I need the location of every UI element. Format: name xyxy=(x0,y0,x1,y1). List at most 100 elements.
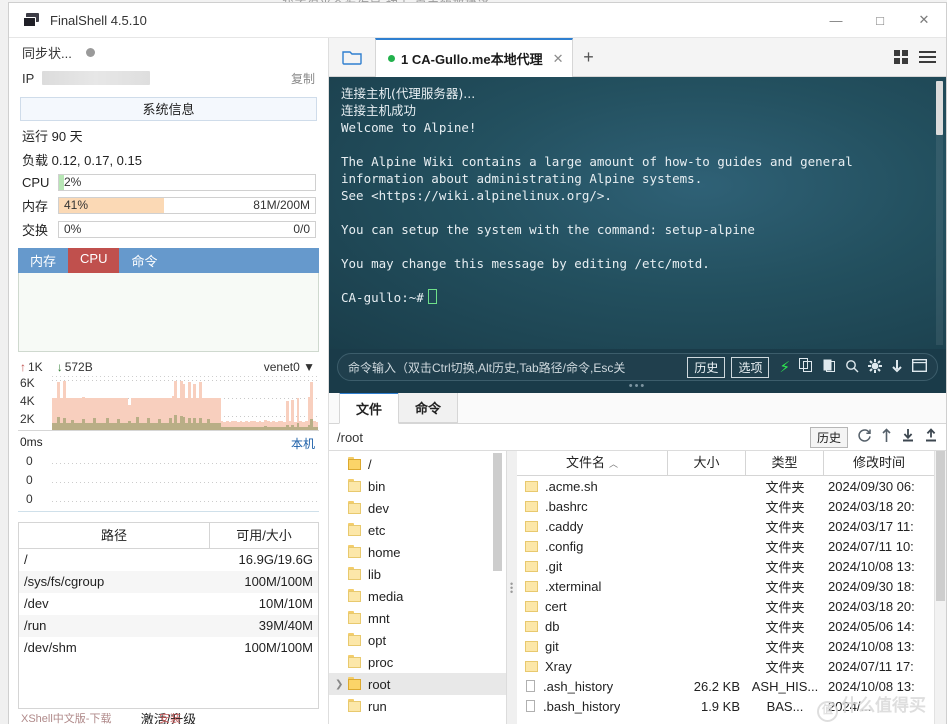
up-directory-icon[interactable] xyxy=(881,428,892,446)
disk-table-row[interactable]: /run39M/40M xyxy=(19,615,318,637)
search-icon[interactable] xyxy=(845,359,859,376)
terminal-line: See <https://wiki.alpinelinux.org/>. xyxy=(341,187,946,204)
current-path-text[interactable]: /root xyxy=(337,430,363,445)
bottom-ghost-left-text: XShell中文版-下载 xyxy=(21,713,111,724)
column-header-name[interactable]: 文件名︿ xyxy=(517,451,668,475)
tree-item-root[interactable]: ❯root xyxy=(329,673,506,695)
tree-scrollbar-thumb[interactable] xyxy=(493,453,502,571)
terminal-scrollbar[interactable] xyxy=(935,81,944,345)
tree-scrollbar[interactable] xyxy=(493,453,502,724)
column-header-time[interactable]: 修改时间 xyxy=(824,451,934,475)
tab-process-command[interactable]: 命令 xyxy=(119,248,319,273)
disk-table-row[interactable]: /dev10M/10M xyxy=(19,593,318,615)
tree-expander-icon[interactable]: ❯ xyxy=(335,679,348,690)
path-history-button[interactable]: 历史 xyxy=(810,427,848,448)
file-row-time: 2024/07/11 10: xyxy=(824,539,934,554)
file-row[interactable]: git文件夹2024/10/08 13: xyxy=(517,636,934,656)
window-icon[interactable] xyxy=(912,359,927,375)
disk-table-row[interactable]: /dev/shm100M/100M xyxy=(19,637,318,659)
file-row[interactable]: Xray文件夹2024/07/11 17: xyxy=(517,656,934,676)
tree-item-etc[interactable]: etc xyxy=(329,519,506,541)
maximize-button[interactable]: □ xyxy=(858,3,902,37)
command-history-button[interactable]: 历史 xyxy=(687,357,725,378)
paste-icon[interactable] xyxy=(822,358,836,376)
tree-item-mnt[interactable]: mnt xyxy=(329,607,506,629)
directory-tree[interactable]: / bindevetchome lib mediamntoptproc❯rootru… xyxy=(329,451,507,724)
panel-resize-grip[interactable]: ••• xyxy=(629,380,647,392)
copy-icon[interactable] xyxy=(799,358,813,376)
folder-icon xyxy=(525,501,538,512)
tree-item-run[interactable]: run xyxy=(329,695,506,717)
latency-host-label[interactable]: 本机 xyxy=(291,435,315,452)
file-list-scrollbar[interactable] xyxy=(934,451,946,724)
monitor-icon xyxy=(23,13,40,28)
terminal-scrollbar-thumb[interactable] xyxy=(936,81,943,135)
hamburger-menu-icon[interactable] xyxy=(919,48,936,66)
terminal-tab-1[interactable]: 1 CA-Gullo.me本地代理 ✕ xyxy=(375,38,573,77)
command-input-bar[interactable]: 命令输入（双击Ctrl切换,Alt历史,Tab路径/命令,Esc关 历史 选项 … xyxy=(337,353,938,381)
file-row[interactable]: .ash_history26.2 KBASH_HIS...2024/10/08 … xyxy=(517,676,934,696)
file-row[interactable]: .config文件夹2024/07/11 10: xyxy=(517,536,934,556)
upload-file-icon[interactable] xyxy=(924,428,938,446)
copy-ip-button[interactable]: 复制 xyxy=(291,70,315,87)
bolt-icon[interactable]: ⚡ xyxy=(779,358,790,376)
disk-table-rows: /16.9G/19.6G/sys/fs/cgroup100M/100M/dev1… xyxy=(19,549,318,659)
file-row[interactable]: .bash_history1.9 KBBAS...2024/... xyxy=(517,696,934,716)
cpu-meter-bar: 2% xyxy=(58,174,316,191)
column-header-size[interactable]: 大小 xyxy=(668,451,746,475)
command-input-placeholder[interactable]: 命令输入（双击Ctrl切换,Alt历史,Tab路径/命令,Esc关 xyxy=(348,359,681,376)
file-row[interactable]: db文件夹2024/05/06 14: xyxy=(517,616,934,636)
file-row[interactable]: .git文件夹2024/10/08 13: xyxy=(517,556,934,576)
file-row[interactable]: .xterminal文件夹2024/09/30 18: xyxy=(517,576,934,596)
new-tab-button[interactable]: + xyxy=(573,38,603,76)
disk-header-size[interactable]: 可用/大小 xyxy=(210,523,318,548)
file-row[interactable]: .caddy文件夹2024/03/17 11: xyxy=(517,516,934,536)
terminal-tab-bar: 1 CA-Gullo.me本地代理 ✕ + xyxy=(329,38,946,77)
close-button[interactable]: ✕ xyxy=(902,3,946,37)
process-list-body[interactable] xyxy=(18,273,319,352)
disk-table-row[interactable]: /16.9G/19.6G xyxy=(19,549,318,571)
column-header-type[interactable]: 类型 xyxy=(746,451,824,475)
tree-item-label: lib xyxy=(368,567,381,582)
file-row-size: 26.2 KB xyxy=(668,679,746,694)
tree-item-bin[interactable]: bin xyxy=(329,475,506,497)
tab-process-memory[interactable]: 内存 xyxy=(18,248,68,273)
network-interface-label: venet0 xyxy=(264,360,300,374)
file-row[interactable]: .acme.sh文件夹2024/09/30 06: xyxy=(517,476,934,496)
tree-item-opt[interactable]: opt xyxy=(329,629,506,651)
file-row-time: 2024/10/08 13: xyxy=(824,559,934,574)
file-row-time: 2024/... xyxy=(824,699,934,714)
gear-icon[interactable] xyxy=(868,359,882,376)
terminal-output[interactable]: 连接主机(代理服务器)...连接主机成功Welcome to Alpine! T… xyxy=(329,77,946,349)
network-interface-selector[interactable]: venet0 ▼ xyxy=(264,360,315,374)
command-options-button[interactable]: 选项 xyxy=(731,357,769,378)
folder-icon xyxy=(348,569,361,580)
tree-item-lib[interactable]: lib xyxy=(329,563,506,585)
tab-files[interactable]: 文件 xyxy=(339,392,399,424)
file-list-scrollbar-thumb[interactable] xyxy=(936,451,945,601)
download-icon[interactable] xyxy=(891,359,903,376)
file-panel-splitter[interactable]: ••• xyxy=(507,451,517,724)
open-folder-icon[interactable] xyxy=(329,38,375,76)
tab-commands[interactable]: 命令 xyxy=(398,392,458,423)
disk-table-row[interactable]: /sys/fs/cgroup100M/100M xyxy=(19,571,318,593)
tree-item-dev[interactable]: dev xyxy=(329,497,506,519)
column-header-name-label: 文件名 xyxy=(566,455,605,470)
tree-item-media[interactable]: media xyxy=(329,585,506,607)
close-tab-icon[interactable]: ✕ xyxy=(553,51,564,67)
tree-item-proc[interactable]: proc xyxy=(329,651,506,673)
tab-process-cpu[interactable]: CPU xyxy=(68,248,119,273)
disk-header-path[interactable]: 路径 xyxy=(19,523,210,548)
refresh-icon[interactable] xyxy=(857,428,872,446)
file-row[interactable]: .bashrc文件夹2024/03/18 20: xyxy=(517,496,934,516)
tree-item-home[interactable]: home xyxy=(329,541,506,563)
terminal-tab-label: 1 CA-Gullo.me本地代理 xyxy=(401,49,543,68)
tree-item-root[interactable]: / xyxy=(329,453,506,475)
download-file-icon[interactable] xyxy=(901,428,915,446)
minimize-button[interactable]: — xyxy=(814,3,858,37)
grid-layout-icon[interactable] xyxy=(894,50,908,64)
disk-row-path: / xyxy=(19,549,205,571)
system-info-button[interactable]: 系统信息 xyxy=(20,97,317,121)
file-row-name: Xray xyxy=(545,659,572,674)
file-row[interactable]: cert文件夹2024/03/18 20: xyxy=(517,596,934,616)
